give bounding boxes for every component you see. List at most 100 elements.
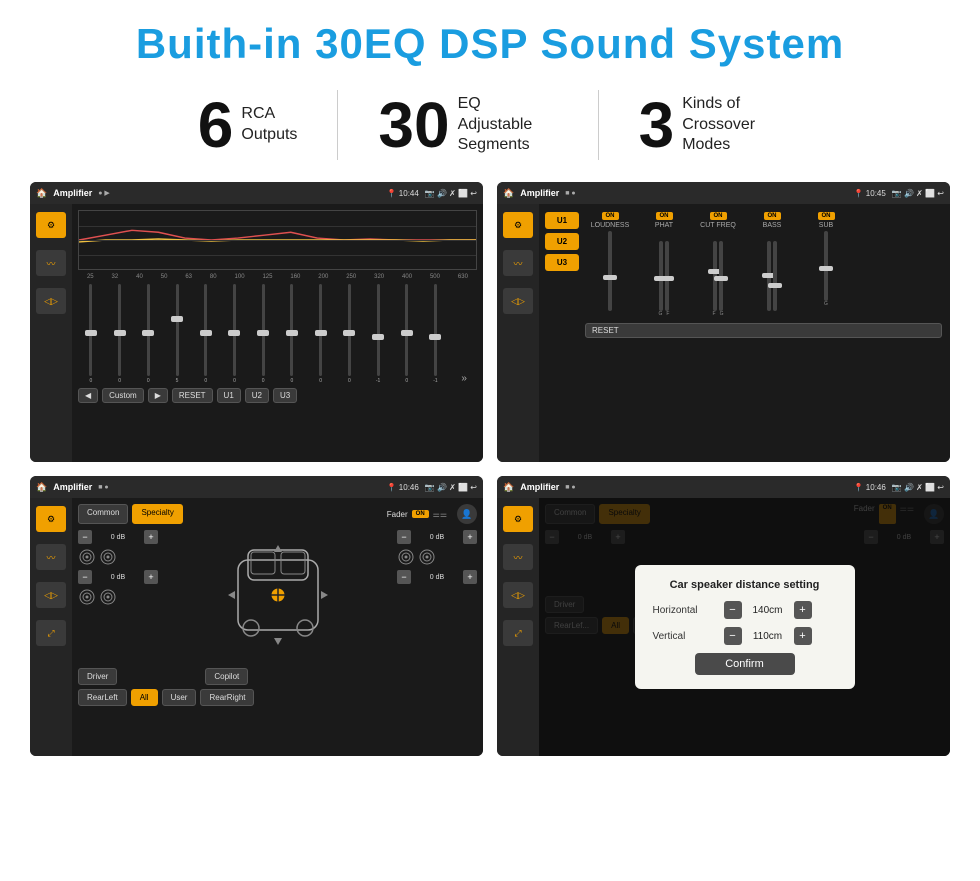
eq-sidebar-vol-btn[interactable]: ◁▷ — [36, 288, 66, 314]
db4-val: 0 dB — [415, 574, 459, 581]
sub-toggle[interactable]: ON — [818, 212, 835, 220]
fader-person-icon: 👤 — [461, 509, 472, 520]
stat-crossover: 3 Kinds ofCrossover Modes — [599, 93, 823, 157]
dialog-sidebar-vol-btn[interactable]: ◁▷ — [503, 582, 533, 608]
eq-slider-1[interactable]: 0 — [78, 284, 104, 384]
eq-sidebar: ⚙ 〰 ◁▷ — [30, 204, 72, 462]
u2-preset-btn[interactable]: U2 — [545, 233, 579, 250]
dialog-horizontal-plus[interactable]: + — [794, 601, 812, 619]
db1-plus-btn[interactable]: + — [144, 530, 158, 544]
db2-minus-btn[interactable]: − — [78, 570, 92, 584]
dialog-sidebar-eq-btn[interactable]: ⚙ — [503, 506, 533, 532]
bass-slider-2[interactable] — [773, 241, 777, 311]
eq-u3-btn[interactable]: U3 — [273, 388, 297, 403]
bass-ctrl: ON BASS — [747, 212, 797, 317]
dialog-vertical-minus[interactable]: − — [724, 627, 742, 645]
eq-main: 2532405063 80100125160200 25032040050063… — [72, 204, 483, 462]
tab-common[interactable]: Common — [78, 504, 128, 524]
driver-btn[interactable]: Driver — [78, 668, 117, 685]
amp2-sidebar-eq-btn[interactable]: ⚙ — [503, 212, 533, 238]
fader-controls: 📷 🔊 ✗ ⬜ ↩ — [425, 483, 477, 492]
fader-screen-content: ⚙ 〰 ◁▷ ⤢ Common Specialty Fader ON ⚌⚌ — [30, 498, 483, 756]
cutfreq-toggle[interactable]: ON — [710, 212, 727, 220]
eq-slider-4[interactable]: 5 — [164, 284, 190, 384]
sub-slider[interactable] — [824, 231, 828, 301]
rearright-btn[interactable]: RearRight — [200, 689, 254, 706]
dialog-topbar: 🏠 Amplifier ■ ● 📍 10:46 📷 🔊 ✗ ⬜ ↩ — [497, 476, 950, 498]
db3-plus-btn[interactable]: + — [463, 530, 477, 544]
dialog-sidebar-arrows-btn[interactable]: ⤢ — [503, 620, 533, 646]
eq-controls: 📷 🔊 ✗ ⬜ ↩ — [425, 189, 477, 198]
dialog-horizontal-value: 140cm — [748, 605, 788, 616]
eq-play-btn[interactable]: ▶ — [148, 388, 168, 403]
tab-specialty[interactable]: Specialty — [132, 504, 182, 524]
bass-slider-1[interactable] — [767, 241, 771, 311]
db2-plus-btn[interactable]: + — [144, 570, 158, 584]
eq-reset-btn[interactable]: RESET — [172, 388, 213, 403]
phat-slider-f[interactable] — [665, 241, 669, 311]
fader-left-controls: − 0 dB + − 0 dB + — [78, 530, 158, 660]
db3-minus-btn[interactable]: − — [397, 530, 411, 544]
fader-on-toggle[interactable]: ON — [412, 510, 429, 518]
eq-prev-btn[interactable]: ◀ — [78, 388, 98, 403]
eq-slider-9[interactable]: 0 — [308, 284, 334, 384]
stat-crossover-label: Kinds ofCrossover Modes — [682, 94, 782, 156]
stat-rca-number: 6 — [198, 93, 234, 157]
dialog-vertical-plus[interactable]: + — [794, 627, 812, 645]
amp2-sidebar-vol-btn[interactable]: ◁▷ — [503, 288, 533, 314]
amp2-sidebar-wave-btn[interactable]: 〰 — [503, 250, 533, 276]
u3-preset-btn[interactable]: U3 — [545, 254, 579, 271]
loudness-toggle[interactable]: ON — [602, 212, 619, 220]
fader-sidebar-wave-btn[interactable]: 〰 — [36, 544, 66, 570]
bass-toggle[interactable]: ON — [764, 212, 781, 220]
eq-slider-7[interactable]: 0 — [250, 284, 276, 384]
fader-sidebar-eq-btn[interactable]: ⚙ — [36, 506, 66, 532]
u1-preset-btn[interactable]: U1 — [545, 212, 579, 229]
cutfreq-slider-g[interactable] — [719, 241, 723, 311]
eq-slider-expand[interactable]: » — [451, 284, 477, 384]
fader-sidebar-arrows-btn[interactable]: ⤢ — [36, 620, 66, 646]
eq-slider-13[interactable]: -1 — [423, 284, 449, 384]
dialog-controls: 📷 🔊 ✗ ⬜ ↩ — [892, 483, 944, 492]
db2-val: 0 dB — [96, 574, 140, 581]
eq-bottom-bar: ◀ Custom ▶ RESET U1 U2 U3 — [78, 388, 477, 403]
user-btn[interactable]: User — [162, 689, 197, 706]
db4-plus-btn[interactable]: + — [463, 570, 477, 584]
amp2-main: U1 U2 U3 ON LOUDNESS — [539, 204, 950, 462]
dialog-sidebar-wave-btn[interactable]: 〰 — [503, 544, 533, 570]
amp2-reset-btn[interactable]: RESET — [585, 323, 942, 338]
db1-minus-btn[interactable]: − — [78, 530, 92, 544]
amp2-sidebar: ⚙ 〰 ◁▷ — [497, 204, 539, 462]
eq-slider-12[interactable]: 0 — [394, 284, 420, 384]
screenshots-grid: 🏠 Amplifier ● ▶ 📍 10:44 📷 🔊 ✗ ⬜ ↩ ⚙ 〰 ◁▷ — [30, 182, 950, 756]
copilot-btn[interactable]: Copilot — [205, 668, 248, 685]
eq-u1-btn[interactable]: U1 — [217, 388, 241, 403]
eq-sidebar-eq-btn[interactable]: ⚙ — [36, 212, 66, 238]
fader-sidebar-vol-btn[interactable]: ◁▷ — [36, 582, 66, 608]
eq-sidebar-wave-btn[interactable]: 〰 — [36, 250, 66, 276]
eq-slider-5[interactable]: 0 — [193, 284, 219, 384]
eq-slider-3[interactable]: 0 — [135, 284, 161, 384]
stat-rca-label: RCAOutputs — [241, 104, 297, 146]
eq-screenshot: 🏠 Amplifier ● ▶ 📍 10:44 📷 🔊 ✗ ⬜ ↩ ⚙ 〰 ◁▷ — [30, 182, 483, 462]
eq-slider-2[interactable]: 0 — [107, 284, 133, 384]
fader-topbar: 🏠 Amplifier ■ ● 📍 10:46 📷 🔊 ✗ ⬜ ↩ — [30, 476, 483, 498]
dialog-main: Common Specialty Fader ON ⚌⚌ 👤 — [539, 498, 950, 756]
amp2-controls: 📷 🔊 ✗ ⬜ ↩ — [892, 189, 944, 198]
eq-slider-8[interactable]: 0 — [279, 284, 305, 384]
phat-toggle[interactable]: ON — [656, 212, 673, 220]
all-btn[interactable]: All — [131, 689, 158, 706]
eq-slider-11[interactable]: -1 — [365, 284, 391, 384]
stats-row: 6 RCAOutputs 30 EQ AdjustableSegments 3 … — [30, 90, 950, 160]
db4-minus-btn[interactable]: − — [397, 570, 411, 584]
eq-u2-btn[interactable]: U2 — [245, 388, 269, 403]
dialog-confirm-btn[interactable]: Confirm — [695, 653, 795, 675]
rearleft-btn[interactable]: RearLeft — [78, 689, 127, 706]
dialog-horizontal-label: Horizontal — [653, 605, 718, 616]
eq-slider-6[interactable]: 0 — [222, 284, 248, 384]
dialog-horizontal-minus[interactable]: − — [724, 601, 742, 619]
cutfreq-ctrl: ON CUT FREQ — [693, 212, 743, 317]
eq-slider-10[interactable]: 0 — [336, 284, 362, 384]
amp2-channels: ON LOUDNESS ON PHAT — [581, 208, 946, 458]
loudness-slider[interactable] — [608, 231, 612, 311]
